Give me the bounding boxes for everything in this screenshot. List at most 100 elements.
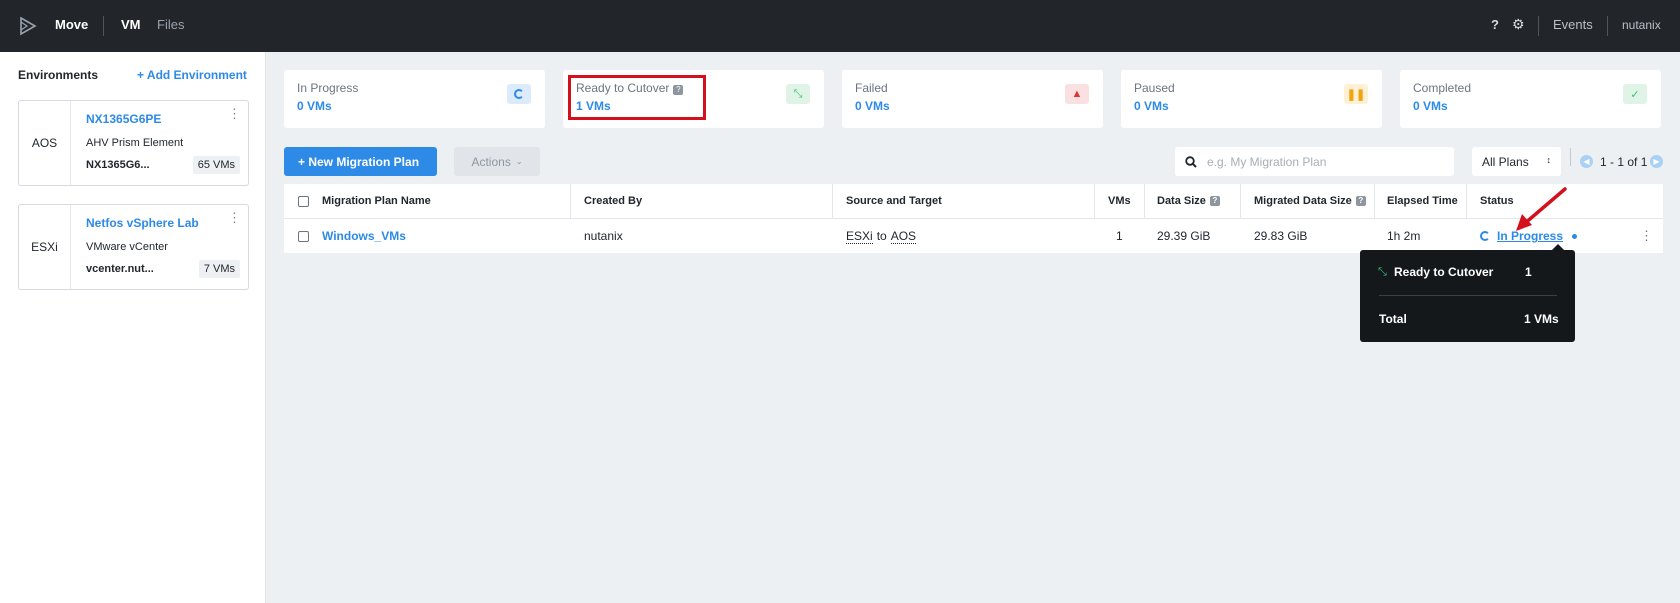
summary-label: Paused: [1134, 81, 1175, 95]
summary-value: 0 VMs: [1413, 99, 1448, 113]
plans-filter-value: All Plans: [1482, 154, 1529, 169]
user-menu[interactable]: nutanix: [1622, 18, 1661, 32]
gear-icon[interactable]: ⚙: [1512, 16, 1525, 33]
divider: [103, 16, 104, 36]
column-divider: [1094, 184, 1095, 218]
chevron-down-icon: ⌄: [515, 157, 523, 166]
plans-filter-select[interactable]: All Plans ↕: [1472, 147, 1561, 176]
summary-card-failed[interactable]: Failed 0 VMs ▲: [842, 70, 1103, 128]
annotation-arrow-icon: [1516, 187, 1567, 231]
tooltip-label: Ready to Cutover: [1394, 265, 1494, 279]
column-header-status[interactable]: Status: [1480, 184, 1514, 218]
environment-vm-count: 65 VMs: [192, 156, 240, 174]
select-caret-icon: ↕: [1546, 155, 1552, 165]
spinner-icon: [1480, 231, 1490, 241]
more-options-icon[interactable]: ⋮: [228, 210, 241, 226]
migrated-data-size: 29.83 GiB: [1254, 229, 1308, 243]
divider: [1570, 148, 1571, 166]
cutover-icon: ⤡: [1378, 266, 1387, 278]
actions-dropdown[interactable]: Actions ⌄: [454, 147, 540, 176]
tab-vm[interactable]: VM: [121, 17, 141, 32]
tooltip-divider: [1379, 295, 1557, 296]
tooltip-value: 1: [1525, 265, 1532, 279]
status-dot-icon: [1572, 233, 1578, 239]
summary-card-in-progress[interactable]: In Progress 0 VMs: [284, 70, 545, 128]
column-divider: [832, 184, 833, 218]
summary-label: Failed: [855, 81, 888, 95]
search-icon: [1185, 155, 1197, 168]
column-header-created-by[interactable]: Created By: [584, 184, 642, 218]
elapsed-time: 1h 2m: [1387, 229, 1421, 243]
help-icon[interactable]: ?: [1355, 196, 1366, 206]
summary-label: In Progress: [297, 81, 359, 95]
warning-icon: ▲: [1065, 84, 1089, 104]
pagination-text: 1 - 1 of 1: [1600, 155, 1648, 169]
environment-type: AOS: [19, 101, 71, 185]
environments-title: Environments: [18, 68, 99, 82]
more-options-icon[interactable]: ⋮: [228, 106, 241, 122]
divider: [1538, 16, 1539, 36]
column-divider: [1374, 184, 1375, 218]
summary-label: Completed: [1413, 81, 1472, 95]
divider: [1607, 16, 1608, 36]
summary-card-paused[interactable]: Paused 0 VMs ❚❚: [1121, 70, 1382, 128]
search-box[interactable]: [1175, 147, 1454, 176]
row-more-options-icon[interactable]: ⋮: [1640, 219, 1653, 253]
table-header: Migration Plan Name Created By Source an…: [284, 184, 1663, 219]
events-link[interactable]: Events: [1553, 17, 1593, 32]
add-environment-button[interactable]: + Add Environment: [137, 68, 247, 82]
column-header-data-size[interactable]: Data Size?: [1157, 184, 1220, 218]
tab-files[interactable]: Files: [157, 17, 184, 32]
help-icon[interactable]: ?: [1209, 196, 1220, 206]
column-header-vms[interactable]: VMs: [1108, 184, 1131, 218]
table-row[interactable]: Windows_VMs nutanix ESXi to AOS 1 29.39 …: [284, 219, 1663, 253]
previous-page-icon[interactable]: ◀: [1580, 155, 1593, 168]
sidebar: Environments + Add Environment AOS NX136…: [0, 52, 266, 603]
environment-name[interactable]: NX1365G6PE: [86, 112, 161, 126]
summary-value: 0 VMs: [1134, 99, 1169, 113]
environment-card-esxi[interactable]: ESXi Netfos vSphere Lab VMware vCenter v…: [18, 204, 249, 290]
new-migration-plan-button[interactable]: + New Migration Plan: [284, 147, 437, 176]
environment-host: NX1365G6...: [86, 159, 150, 171]
column-divider: [570, 184, 571, 218]
summary-value: 0 VMs: [297, 99, 332, 113]
tooltip-total-value: 1 VMs: [1524, 312, 1559, 326]
vm-count: 1: [1116, 229, 1123, 243]
app-name[interactable]: Move: [55, 17, 88, 32]
environment-card-aos[interactable]: AOS NX1365G6PE AHV Prism Element NX1365G…: [18, 100, 249, 186]
move-logo-icon[interactable]: [18, 16, 38, 36]
summary-value: 0 VMs: [855, 99, 890, 113]
plan-name-link[interactable]: Windows_VMs: [322, 219, 406, 253]
environment-host: vcenter.nut...: [86, 263, 154, 275]
environment-vm-count: 7 VMs: [198, 260, 240, 278]
column-divider: [1466, 184, 1467, 218]
column-header-name[interactable]: Migration Plan Name: [322, 184, 431, 218]
check-icon: ✓: [1623, 84, 1647, 104]
column-header-elapsed-time[interactable]: Elapsed Time: [1387, 184, 1458, 218]
environment-type: ESXi: [19, 205, 71, 289]
summary-card-completed[interactable]: Completed 0 VMs ✓: [1400, 70, 1661, 128]
to-label: to: [876, 229, 887, 243]
column-divider: [1144, 184, 1145, 218]
next-page-icon[interactable]: ▶: [1650, 155, 1663, 168]
cutover-icon: ⤡: [786, 84, 810, 104]
row-checkbox[interactable]: [298, 219, 309, 253]
highlight-box: [568, 75, 706, 120]
pause-icon: ❚❚: [1344, 84, 1368, 104]
tooltip-total-label: Total: [1379, 312, 1407, 326]
created-by: nutanix: [584, 229, 623, 243]
column-divider: [1240, 184, 1241, 218]
environment-kind: VMware vCenter: [86, 241, 168, 253]
column-header-source-target[interactable]: Source and Target: [846, 184, 942, 218]
environment-name[interactable]: Netfos vSphere Lab: [86, 216, 199, 230]
source-environment[interactable]: ESXi: [846, 229, 873, 244]
source-and-target: ESXi to AOS: [846, 219, 917, 253]
column-header-migrated-data-size[interactable]: Migrated Data Size?: [1254, 184, 1366, 218]
environment-kind: AHV Prism Element: [86, 137, 184, 149]
data-size: 29.39 GiB: [1157, 229, 1211, 243]
select-all-checkbox[interactable]: [298, 184, 309, 218]
target-environment[interactable]: AOS: [890, 229, 917, 244]
top-bar: Move VM Files ? ⚙ Events nutanix: [0, 0, 1680, 52]
search-input[interactable]: [1207, 154, 1437, 169]
help-icon[interactable]: ?: [1491, 17, 1499, 32]
